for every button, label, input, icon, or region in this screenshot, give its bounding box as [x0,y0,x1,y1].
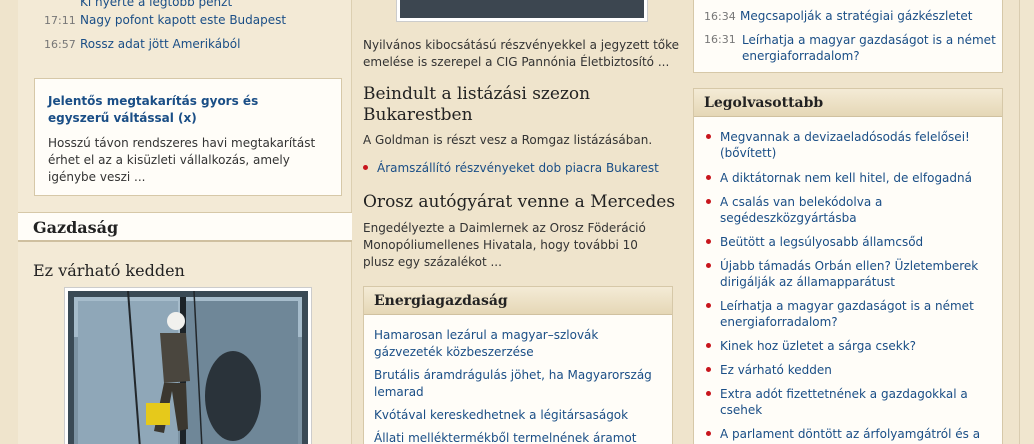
bullet-icon [706,134,711,139]
news-time: 16:31 [704,33,736,46]
popular-item[interactable]: Megvannak a devizaeladósodás felelősei! … [706,129,996,161]
energia-panel: Energiagazdaság Hamarosan lezárul a magy… [363,286,673,444]
energia-link[interactable]: Kvótával kereskedhetnek a légitársaságok [374,407,664,424]
bullet-icon [706,175,711,180]
news-time: 16:34 [704,10,736,23]
section-title[interactable]: Gazdaság [33,218,118,237]
window-cleaner-photo [68,290,308,444]
news-item[interactable]: 16:57 Rossz adat jött Amerikából [44,36,240,53]
bullet-icon [706,343,711,348]
news-item[interactable]: 16:34 Megcsapolják a stratégiai gázkészle… [704,8,999,25]
bullet-icon [706,303,711,308]
popular-item[interactable]: Újabb támadás Orbán ellen? Üzletemberek … [706,258,996,290]
panel-title[interactable]: Legolvasottabb [694,89,1002,117]
panel-title[interactable]: Energiagazdaság [364,287,672,315]
bullet-icon [706,367,711,372]
article-title[interactable]: Ez várható kedden [33,261,185,280]
popular-item[interactable]: A diktátornak nem kell hitel, de elfogad… [706,170,996,186]
top-image-fragment[interactable] [396,0,648,22]
popular-item[interactable]: Beütött a legsúlyosabb államcsőd [706,234,996,250]
related-link[interactable]: Áramszállító részvényeket dob piacra Buk… [363,160,681,176]
news-item[interactable]: 17:11 Nagy pofont kapott este Budapest [44,12,286,29]
promo-title[interactable]: Jelentős megtakarítás gyors és egyszerű … [48,93,323,127]
energia-link[interactable]: Hamarosan lezárul a magyar–szlovák gázve… [374,327,664,361]
promo-box: Jelentős megtakarítás gyors és egyszerű … [34,78,342,196]
left-column: Ki nyerte a legtöbb pénzt 17:11 Nagy pofo… [18,0,352,444]
article-title[interactable]: Orosz autógyárat venne a Mercedes [363,192,675,212]
right-column: 16:34 Megcsapolják a stratégiai gázkészle… [693,0,1003,444]
section-header-gazdasag: Gazdaság [18,212,352,242]
news-link[interactable]: Leírhatja a magyar gazdaságot is a német… [704,32,999,64]
popular-item[interactable]: A parlament döntött az árfolyamgátról és… [706,426,996,442]
popular-item[interactable]: Kinek hoz üzletet a sárga csekk? [706,338,996,354]
article-summary: A Goldman is részt vesz a Romgaz listázá… [363,133,653,147]
news-item[interactable]: Ki nyerte a legtöbb pénzt [44,0,232,10]
middle-column: Nyilvános kibocsátású részvényekkel a je… [352,0,686,444]
article-title[interactable]: Beindult a listázási szezon Bukarestben [363,84,663,126]
popular-item[interactable]: A csalás van belekódolva a segédeszközgy… [706,194,996,226]
article-image[interactable] [64,287,312,444]
bullet-icon [706,263,711,268]
bullet-icon [363,165,368,170]
bullet-icon [706,431,711,436]
article-summary: Engedélyezte a Daimlernek az Orosz Föder… [363,221,646,269]
news-time: 16:57 [44,38,76,51]
news-link[interactable]: Megcsapolják a stratégiai gázkészletet [740,9,973,23]
page-edge [1019,0,1034,444]
popular-item[interactable]: Leírhatja a magyar gazdaságot is a német… [706,298,996,330]
popular-item[interactable]: Extra adót fizettetnének a gazdagokkal a… [706,386,996,418]
news-link[interactable]: Nagy pofont kapott este Budapest [80,13,286,27]
popular-item[interactable]: Ez várható kedden [706,362,996,378]
news-box: 16:34 Megcsapolják a stratégiai gázkészle… [693,0,1003,73]
bullet-icon [706,199,711,204]
news-link[interactable]: Rossz adat jött Amerikából [80,37,240,51]
intro-text: Nyilvános kibocsátású részvényekkel a je… [363,38,680,69]
bullet-icon [706,391,711,396]
promo-body: Hosszú távon rendszeres havi megtakarítá… [48,136,316,184]
energia-link[interactable]: Brutális áramdrágulás jöhet, ha Magyaror… [374,367,664,401]
bullet-icon [706,239,711,244]
legolvasottabb-panel: Legolvasottabb Megvannak a devizaeladóso… [693,88,1003,444]
news-item[interactable]: 16:31 Leírhatja a magyar gazdaságot is a… [704,32,999,64]
energia-link[interactable]: Állati melléktermékből termelnének áramo… [374,430,664,444]
news-time: 17:11 [44,14,76,27]
